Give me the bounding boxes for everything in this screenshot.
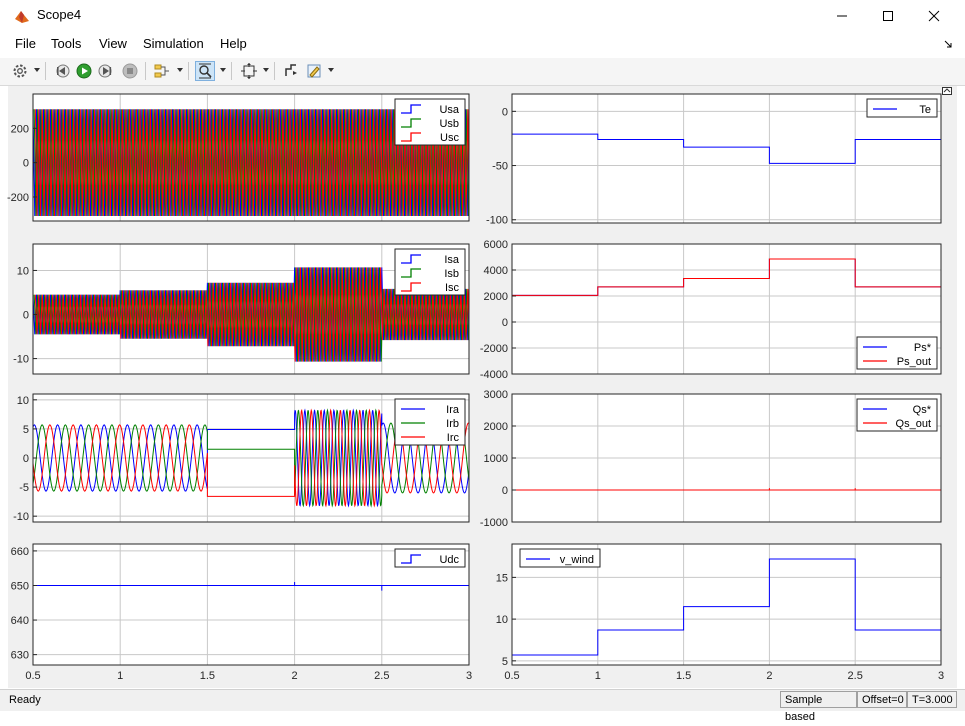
undock-icon[interactable] (942, 87, 952, 95)
chevron-down-icon[interactable] (220, 68, 226, 72)
minimize-button[interactable] (819, 0, 865, 32)
status-time: T=3.000 (907, 691, 957, 708)
separator (145, 62, 146, 80)
menu-view[interactable]: View (99, 36, 127, 51)
close-icon (928, 10, 940, 22)
separator (188, 62, 189, 80)
autoscale-icon (241, 63, 257, 79)
chevron-down-icon[interactable] (34, 68, 40, 72)
step-back-icon (56, 64, 70, 78)
status-ready: Ready (9, 694, 41, 706)
highlight-button[interactable] (304, 61, 324, 81)
signal-selector-button[interactable] (152, 61, 172, 81)
step-forward-button[interactable] (96, 61, 116, 81)
highlight-icon (307, 64, 321, 78)
plot-area (8, 86, 957, 688)
menu-file[interactable]: File (15, 36, 36, 51)
matlab-icon (15, 11, 29, 23)
stop-button[interactable] (120, 61, 140, 81)
gear-icon (13, 64, 27, 78)
chevron-down-icon[interactable] (263, 68, 269, 72)
separator (45, 62, 46, 80)
separator (231, 62, 232, 80)
signal-selector-icon (154, 64, 169, 78)
stop-icon (122, 63, 138, 79)
zoom-icon (199, 63, 212, 79)
step-forward-icon (98, 64, 112, 78)
run-icon (76, 63, 92, 79)
step-back-button[interactable] (52, 61, 72, 81)
chevron-down-icon[interactable] (328, 68, 334, 72)
status-sample-mode: Sample based (780, 691, 857, 723)
maximize-icon (883, 11, 893, 21)
chevron-down-icon[interactable] (177, 68, 183, 72)
trigger-button[interactable] (281, 61, 301, 81)
title-bar: Scope4 (0, 0, 965, 32)
menu-bar: File Tools View Simulation Help (0, 32, 965, 56)
menu-help[interactable]: Help (220, 36, 247, 51)
close-button[interactable] (911, 0, 957, 32)
dock-arrow-icon[interactable] (944, 40, 952, 48)
menu-tools[interactable]: Tools (51, 36, 81, 51)
settings-button[interactable] (10, 61, 30, 81)
status-bar: Ready Sample based Offset=0 T=3.000 (0, 689, 965, 723)
minimize-icon (837, 15, 847, 17)
status-offset: Offset=0 (857, 691, 907, 708)
run-button[interactable] (74, 61, 94, 81)
toolbar (0, 58, 965, 86)
zoom-button[interactable] (195, 61, 215, 81)
menu-simulation[interactable]: Simulation (143, 36, 204, 51)
autoscale-button[interactable] (239, 61, 259, 81)
trigger-icon (285, 64, 297, 76)
separator (274, 62, 275, 80)
maximize-button[interactable] (865, 0, 911, 32)
window-title: Scope4 (37, 7, 82, 22)
